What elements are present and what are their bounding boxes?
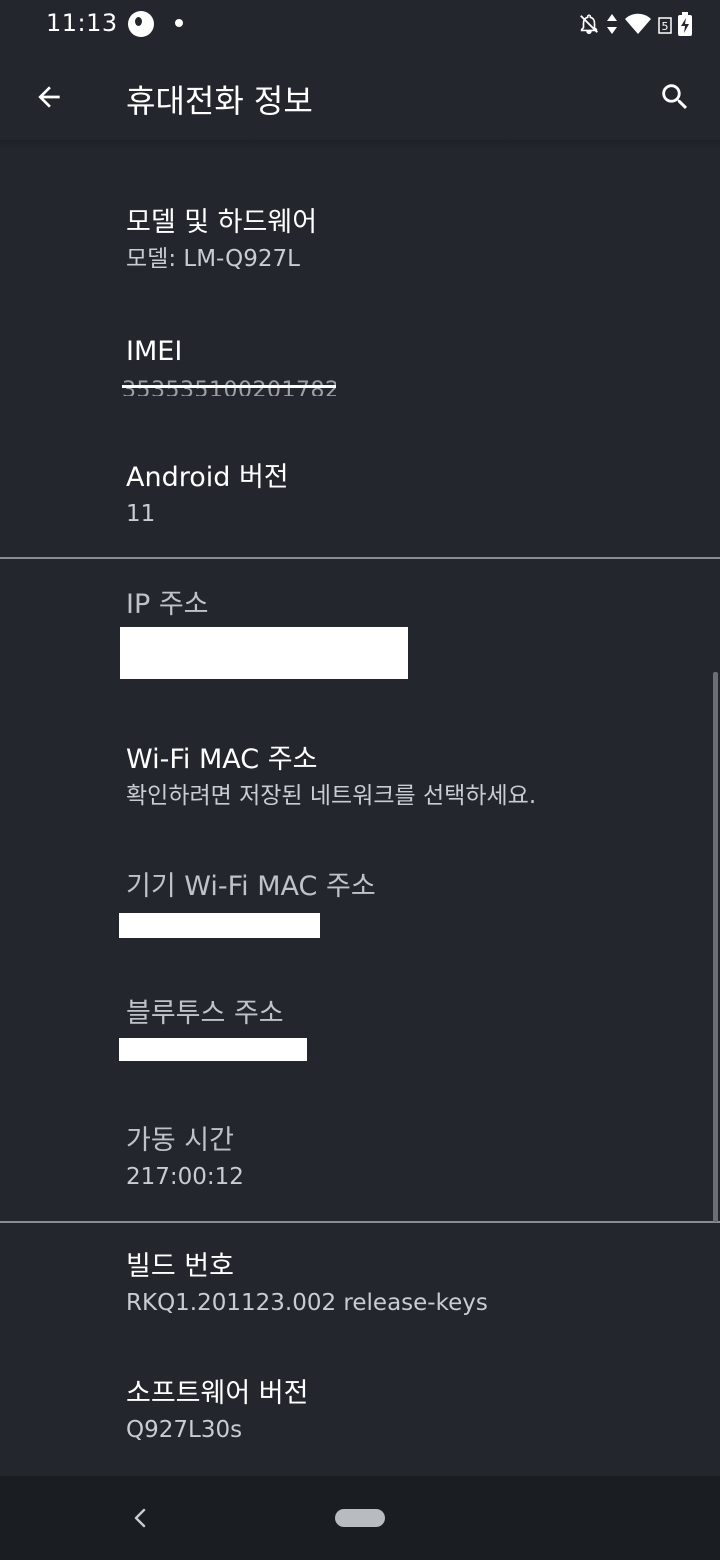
page-title: 휴대전화 정보 — [126, 82, 313, 120]
search-icon — [662, 84, 688, 110]
imei-redacted-value: 353535100201782 — [122, 378, 336, 396]
item-title: IP 주소 — [126, 589, 209, 620]
list-item-bluetooth-address: 블루투스 주소 — [126, 997, 686, 1031]
status-time: 11:13 — [46, 9, 118, 37]
redacted-value — [120, 627, 408, 679]
item-title: Wi-Fi MAC 주소 — [126, 744, 318, 775]
list-item-build-number[interactable]: 빌드 번호 RKQ1.201123.002 release-keys — [126, 1250, 686, 1318]
wifi-icon — [625, 13, 651, 34]
item-title: 가동 시간 — [126, 1125, 234, 1156]
redaction-line — [122, 385, 336, 388]
app-bar-shadow — [0, 140, 720, 150]
navigation-bar — [0, 1476, 720, 1560]
redacted-value — [119, 913, 320, 938]
list-item-software-version[interactable]: 소프트웨어 버전 Q927L30s — [126, 1377, 686, 1445]
item-title: 모델 및 하드웨어 — [126, 207, 318, 238]
item-title: 블루투스 주소 — [126, 998, 284, 1029]
item-title: 기기 Wi-Fi MAC 주소 — [126, 871, 376, 902]
list-item-imei[interactable]: IMEI — [126, 335, 686, 369]
status-icons: 5 — [578, 12, 692, 36]
scrollbar[interactable] — [713, 672, 718, 1222]
divider — [0, 557, 720, 559]
item-title: Android 버전 — [126, 462, 289, 493]
data-arrows-icon — [607, 14, 617, 34]
dot-icon — [175, 19, 183, 27]
item-value: 11 — [126, 501, 156, 527]
item-title: 소프트웨어 버전 — [126, 1378, 309, 1409]
signal-5-icon: 5 — [658, 17, 672, 34]
item-title: IMEI — [126, 336, 183, 367]
search-button[interactable] — [650, 72, 700, 122]
svg-text:5: 5 — [662, 20, 669, 33]
item-value: 확인하려면 저장된 네트워크를 선택하세요. — [126, 783, 537, 809]
list-item-android-version[interactable]: Android 버전 11 — [126, 461, 686, 529]
list-item-up-time: 가동 시간 217:00:12 — [126, 1124, 686, 1192]
item-value: 217:00:12 — [126, 1164, 244, 1190]
list-item-wifi-mac[interactable]: Wi-Fi MAC 주소 확인하려면 저장된 네트워크를 선택하세요. — [126, 743, 686, 811]
list-item-model-hardware[interactable]: 모델 및 하드웨어 모델: LM-Q927L — [126, 206, 686, 274]
item-value: Q927L30s — [126, 1417, 243, 1443]
arrow-back-icon — [38, 86, 60, 108]
divider — [0, 1221, 720, 1223]
item-value: RKQ1.201123.002 release-keys — [126, 1290, 488, 1316]
app-bar: 휴대전화 정보 — [0, 48, 720, 144]
back-button[interactable] — [24, 72, 74, 122]
nav-back-icon — [134, 1508, 146, 1528]
list-item-ip-address: IP 주소 — [126, 588, 686, 622]
home-pill-icon[interactable] — [335, 1509, 385, 1527]
item-value: 모델: LM-Q927L — [126, 246, 300, 272]
status-bar: 11:13 5 — [0, 0, 720, 48]
item-title: 빌드 번호 — [126, 1251, 234, 1282]
redacted-value — [119, 1038, 307, 1061]
app-notification-icon — [128, 11, 154, 37]
notifications-off-icon — [580, 14, 598, 34]
battery-charging-icon — [678, 12, 692, 36]
nav-back-button[interactable] — [122, 1500, 158, 1536]
list-item-device-wifi-mac: 기기 Wi-Fi MAC 주소 — [126, 870, 686, 904]
